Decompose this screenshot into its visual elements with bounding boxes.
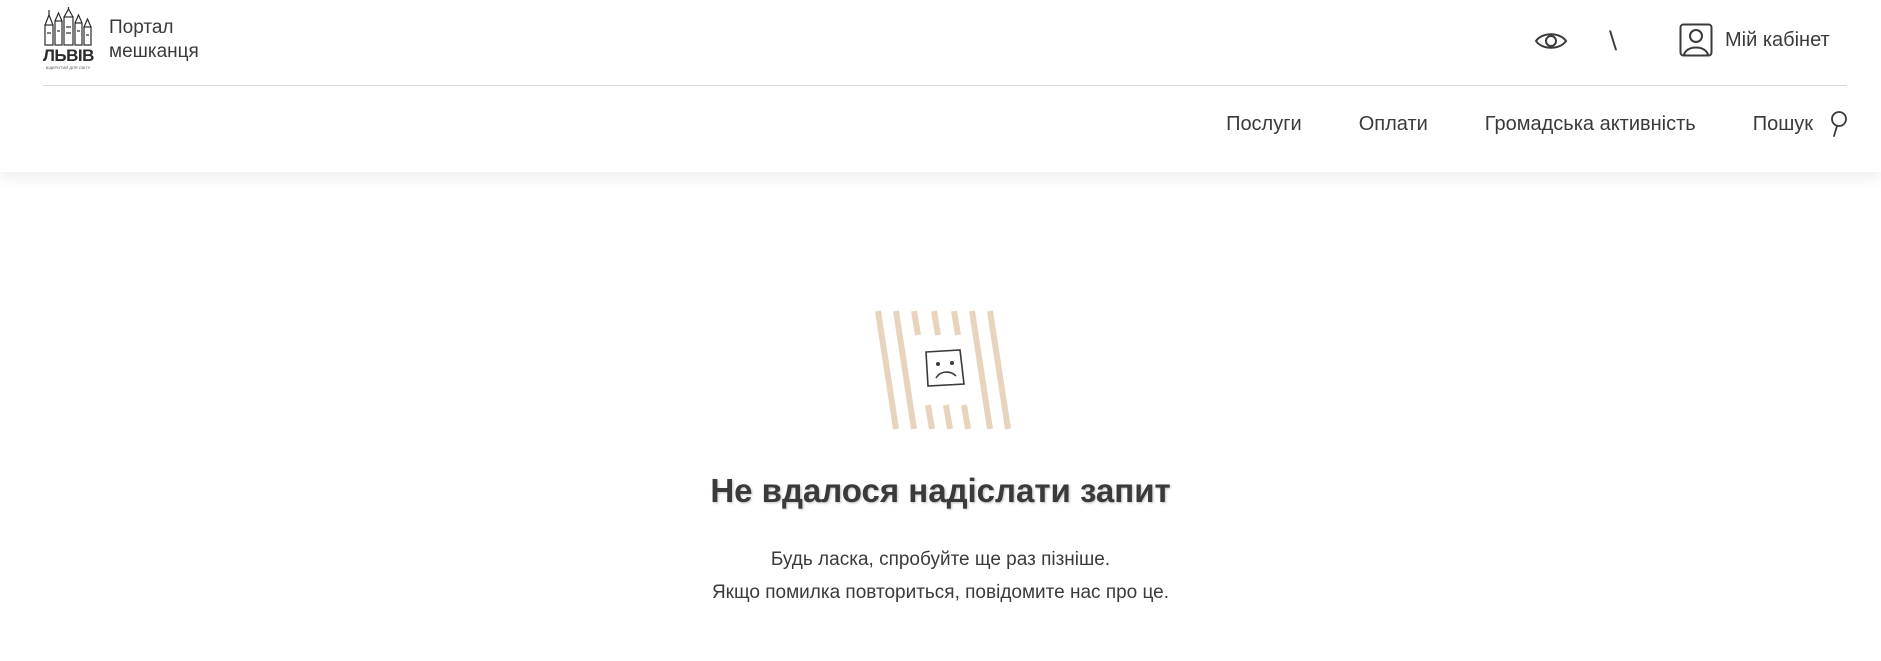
search-icon [1831, 111, 1847, 137]
nav-item-payments[interactable]: Оплати [1359, 113, 1428, 136]
nav-item-civic-activity[interactable]: Громадська активність [1485, 113, 1696, 136]
city-skyline-icon [44, 7, 92, 46]
sad-face-striped-icon [875, 310, 1011, 430]
error-message-line1: Будь ласка, спробуйте ще раз пізніше. [770, 549, 1111, 570]
eye-icon [1534, 33, 1568, 49]
lviv-logo[interactable]: ЛЬВІВ ВІДКРИТИЙ ДЛЯ СВІТУ [43, 7, 94, 71]
search-button[interactable]: Пошук [1753, 110, 1849, 138]
accessibility-button[interactable] [1533, 23, 1569, 59]
error-title: Не вдалося надіслати запит [710, 472, 1171, 509]
error-illustration [872, 309, 1016, 431]
main-nav: Послуги Оплати Громадська активність Пош… [1226, 110, 1849, 138]
user-portrait-icon [1679, 23, 1713, 57]
my-cabinet-link[interactable]: Мій кабінет [1679, 22, 1830, 58]
search-label: Пошук [1752, 112, 1813, 135]
portal-title[interactable]: Портал мешканця [109, 16, 249, 64]
portal-title-line2: мешканця [109, 41, 199, 62]
my-cabinet-label: Мій кабінет [1725, 28, 1830, 51]
logo-wordmark: ЛЬВІВ [43, 46, 94, 65]
error-page: Не вдалося надіслати запит Будь ласка, с… [0, 172, 1881, 661]
header-top-row: ЛЬВІВ ВІДКРИТИЙ ДЛЯ СВІТУ Портал мешканц… [43, 0, 1847, 86]
header-separator: \ [1609, 26, 1618, 54]
portal-title-line1: Портал [109, 17, 174, 38]
logo-tagline: ВІДКРИТИЙ ДЛЯ СВІТУ [45, 65, 91, 70]
site-header: ЛЬВІВ ВІДКРИТИЙ ДЛЯ СВІТУ Портал мешканц… [0, 0, 1881, 172]
nav-item-services[interactable]: Послуги [1226, 113, 1302, 136]
error-message-line2: Якщо помилка повториться, повідомите нас… [711, 582, 1170, 603]
